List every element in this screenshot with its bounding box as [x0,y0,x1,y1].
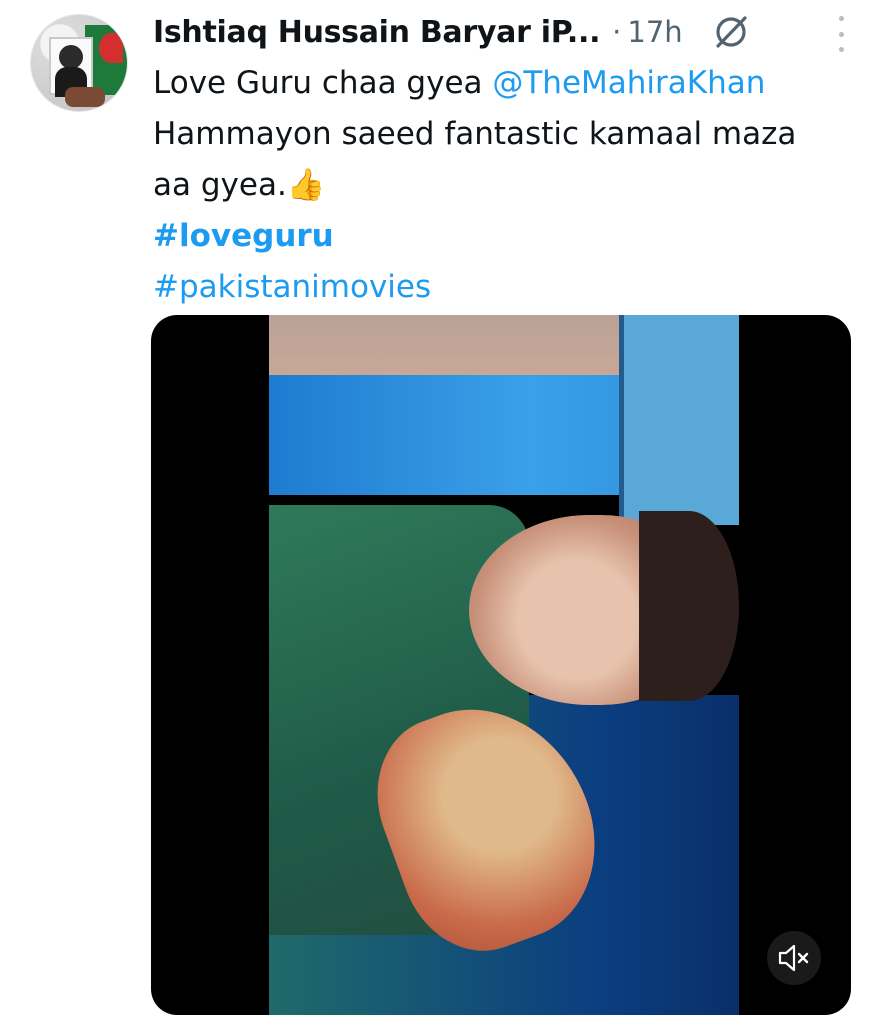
author-avatar[interactable] [30,14,128,112]
author-name[interactable]: Ishtiaq Hussain Baryar iP... [153,15,600,50]
tweet-text: Love Guru chaa gyea @TheMahiraKhan Hamma… [153,58,853,313]
separator-dot: · [612,15,622,49]
video-frame [269,315,739,1015]
more-options-icon[interactable] [831,16,851,52]
timestamp[interactable]: 17h [627,15,682,49]
tweet-header: Ishtiaq Hussain Baryar iP... · 17h [153,10,851,54]
tweet-text-line-2: Hammayon saeed fantastic kamaal maza [153,116,797,152]
mention-link[interactable]: @TheMahiraKhan [492,65,765,101]
tweet-text-line-1: Love Guru chaa gyea [153,65,493,101]
video-player[interactable] [151,315,851,1015]
hashtag-pakistanimovies[interactable]: #pakistanimovies [153,262,853,313]
tweet-text-line-3: aa gyea.👍 [153,167,326,203]
hashtag-loveguru[interactable]: #loveguru [153,211,853,262]
volume-muted-icon[interactable] [767,931,821,985]
grok-icon[interactable] [711,12,751,52]
